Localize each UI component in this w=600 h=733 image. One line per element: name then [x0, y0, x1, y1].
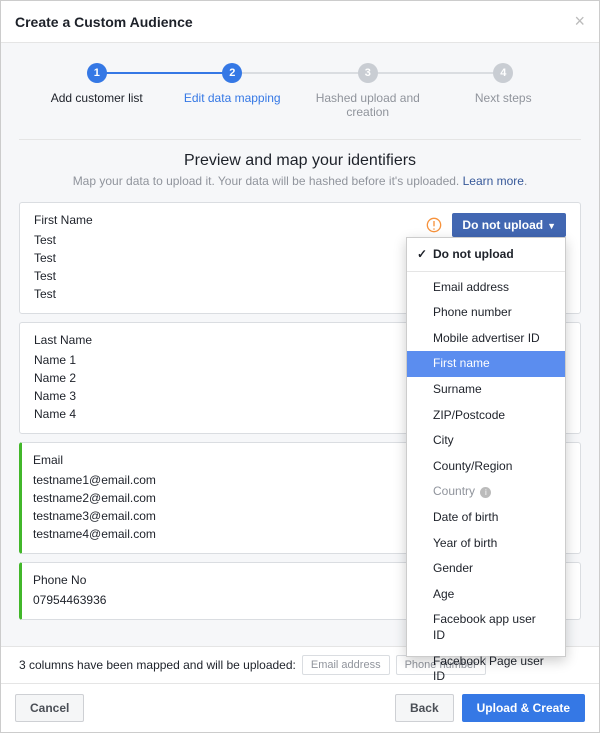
dropdown-item[interactable]: City — [407, 428, 565, 454]
preview-desc: Map your data to upload it. Your data wi… — [21, 174, 579, 188]
dropdown-item-country: Country i — [407, 479, 565, 505]
modal-footer: Cancel Back Upload & Create — [1, 683, 599, 732]
info-icon[interactable]: i — [480, 487, 491, 498]
step-next-steps[interactable]: 4 Next steps — [436, 63, 572, 105]
step-hashed-upload[interactable]: 3 Hashed upload and creation — [300, 63, 436, 119]
dropdown-item[interactable]: Date of birth — [407, 505, 565, 531]
back-button[interactable]: Back — [395, 694, 454, 722]
dropdown-item-first-name[interactable]: First name — [407, 351, 565, 377]
learn-more-link[interactable]: Learn more — [463, 174, 524, 188]
create-custom-audience-modal: Create a Custom Audience × 1 Add custome… — [0, 0, 600, 733]
dropdown-item[interactable]: County/Region — [407, 454, 565, 480]
mapping-dropdown: Do not upload Email address Phone number… — [406, 237, 566, 657]
dropdown-item[interactable]: Year of birth — [407, 531, 565, 557]
step-edit-data-mapping[interactable]: 2 Edit data mapping — [165, 63, 301, 105]
modal-title: Create a Custom Audience — [15, 14, 193, 30]
dropdown-item[interactable]: Facebook Page user ID — [407, 649, 565, 690]
data-row: Test — [34, 249, 426, 267]
mapped-text: 3 columns have been mapped and will be u… — [19, 658, 296, 672]
dropdown-item[interactable]: Email address — [407, 275, 565, 301]
dropdown-item[interactable]: Facebook app user ID — [407, 607, 565, 648]
preview-title: Preview and map your identifiers — [21, 152, 579, 170]
column-header: First Name — [34, 213, 426, 227]
data-row: Test — [34, 267, 426, 285]
dropdown-item[interactable]: ZIP/Postcode — [407, 403, 565, 429]
cancel-button[interactable]: Cancel — [15, 694, 84, 722]
mapped-chip: Email address — [302, 655, 390, 675]
dropdown-item[interactable]: Age — [407, 582, 565, 608]
dropdown-item[interactable]: Gender — [407, 556, 565, 582]
data-row: Test — [34, 285, 426, 303]
dropdown-item[interactable]: Mobile advertiser ID — [407, 326, 565, 352]
stepper: 1 Add customer list 2 Edit data mapping … — [1, 43, 599, 135]
step-add-customer-list[interactable]: 1 Add customer list — [29, 63, 165, 105]
upload-create-button[interactable]: Upload & Create — [462, 694, 585, 722]
mapping-select-button[interactable]: Do not upload▼ — [452, 213, 566, 237]
modal-header: Create a Custom Audience × — [1, 1, 599, 43]
dropdown-item-do-not-upload[interactable]: Do not upload — [407, 242, 565, 268]
close-icon[interactable]: × — [574, 11, 585, 32]
warning-icon — [426, 217, 442, 233]
column-card-first-name: First Name Test Test Test Test Do not up… — [19, 202, 581, 314]
dropdown-item[interactable]: Surname — [407, 377, 565, 403]
dropdown-item[interactable]: Phone number — [407, 300, 565, 326]
data-row: Test — [34, 231, 426, 249]
preview-heading: Preview and map your identifiers Map you… — [1, 144, 599, 192]
